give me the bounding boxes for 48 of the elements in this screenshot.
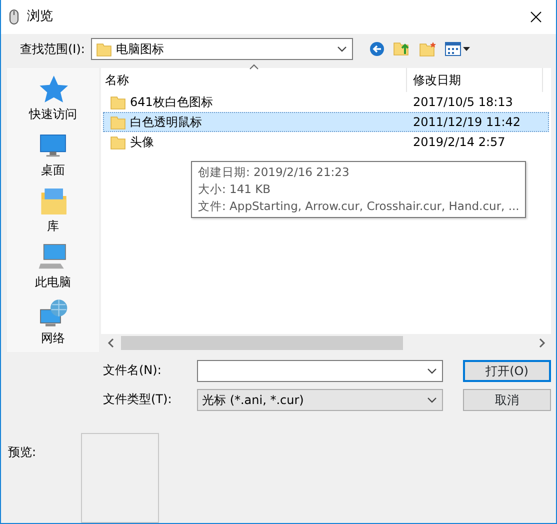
mouse-icon [9,8,19,25]
file-type-dropdown[interactable]: 光标 (*.ani, *.cur) [197,389,443,411]
chevron-icon [426,366,438,376]
file-name: 641枚白色图标 [130,94,213,111]
file-name: 白色透明鼠标 [130,114,202,131]
sidebar-item[interactable]: 此电脑 [35,272,71,291]
file-date: 2017/10/5 18:13 [412,94,514,111]
file-name-field[interactable] [197,360,443,382]
network-icon[interactable] [37,298,69,328]
up-folder-icon[interactable] [392,40,411,58]
tooltip-line: 创建日期: 2019/2/16 21:23 [198,164,350,181]
look-in-dropdown[interactable]: 电脑图标 [90,38,353,60]
scroll-left-icon[interactable] [106,338,116,348]
file-name: 头像 [130,134,154,151]
horizontal-scrollbar[interactable] [101,334,551,352]
sidebar-item[interactable]: 库 [47,216,59,235]
sort-caret-icon [249,64,259,70]
folder-icon [110,94,126,110]
column-header[interactable]: 名称 [101,70,406,89]
sidebar-item[interactable]: 桌面 [41,160,65,179]
back-icon[interactable] [368,40,385,57]
file-row[interactable]: 白色透明鼠标 2011/12/19 11:42 [103,112,549,132]
file-name-label: 文件名(N): [103,362,162,379]
window-title: 浏览 [27,8,53,26]
file-row[interactable]: 头像 2019/2/14 2:57 [103,132,549,152]
open-button[interactable]: 打开(O) [463,360,551,382]
preview-label: 预览: [8,444,36,461]
tooltip-line: 大小: 141 KB [198,180,272,198]
column-header[interactable]: 修改日期 [406,68,542,92]
chevron-icon [336,44,348,54]
file-row[interactable]: 641枚白色图标 2017/10/5 18:13 [103,92,549,112]
file-date: 2011/12/19 11:42 [412,114,522,131]
view-menu-icon[interactable] [444,42,471,56]
star-icon[interactable] [37,74,69,104]
new-folder-icon[interactable] [418,40,437,57]
cancel-button[interactable]: 取消 [463,389,551,411]
folder-icon [96,40,112,57]
folder-icon [110,114,126,130]
sidebar-item[interactable]: 网络 [41,328,65,347]
scrollbar-thumb[interactable] [121,336,403,350]
tooltip-line: 文件: AppStarting, Arrow.cur, Crosshair.cur, Hand.cur, ... [198,198,520,215]
file-date: 2019/2/14 2:57 [412,134,506,151]
folder-icon [110,134,126,150]
look-in-label: 查找范围(I): [20,40,85,58]
file-type-label: 文件类型(T): [103,391,173,408]
sidebar-item[interactable]: 快速访问 [29,104,77,123]
chevron-icon [426,395,438,405]
scroll-right-icon[interactable] [537,338,547,348]
